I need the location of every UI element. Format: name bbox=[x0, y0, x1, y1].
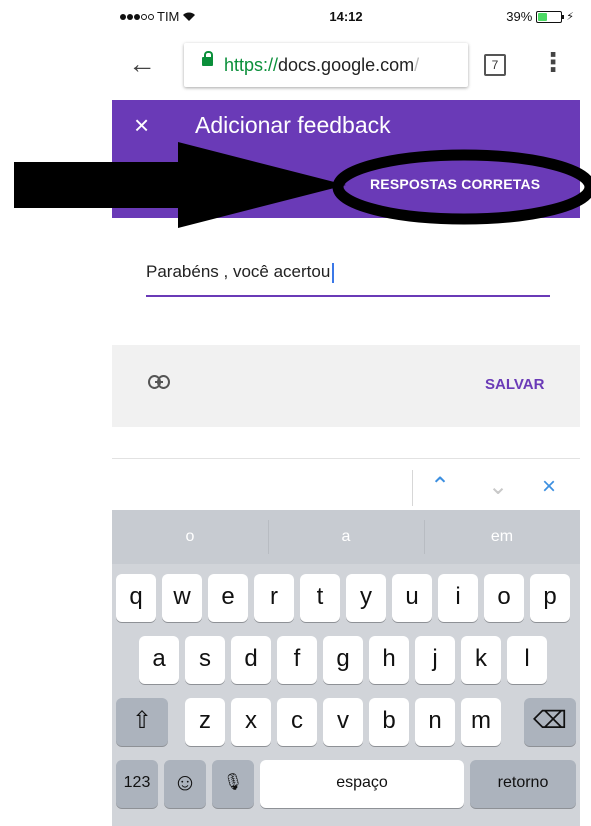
key-i[interactable]: i bbox=[438, 574, 478, 622]
key-q[interactable]: q bbox=[116, 574, 156, 622]
status-bar: TIM 14:12 39% ⚡ bbox=[112, 0, 580, 30]
text-caret bbox=[332, 262, 335, 283]
battery-status: 39% ⚡ bbox=[506, 9, 574, 24]
feedback-input[interactable]: Parabéns , você acertou bbox=[146, 262, 550, 298]
divider bbox=[112, 458, 580, 459]
url-text: https://docs.google.com/ bbox=[224, 55, 419, 76]
save-button[interactable]: SALVAR bbox=[485, 376, 544, 393]
more-menu-icon[interactable]: ⋮ bbox=[540, 47, 566, 81]
feedback-actions: SALVAR bbox=[112, 345, 580, 427]
browser-toolbar: ← https://docs.google.com/ 7 ⋮ bbox=[112, 30, 580, 100]
key-d[interactable]: d bbox=[231, 636, 271, 684]
key-n[interactable]: n bbox=[415, 698, 455, 746]
numbers-key[interactable]: 123 bbox=[116, 760, 158, 808]
return-key[interactable]: retorno bbox=[470, 760, 576, 808]
chevron-down-icon[interactable]: ⌄ bbox=[488, 470, 508, 504]
shift-key[interactable]: ⇧ bbox=[116, 698, 168, 746]
suggestion-bar: o a em bbox=[112, 510, 580, 564]
dialog-title: Adicionar feedback bbox=[195, 112, 391, 138]
key-k[interactable]: k bbox=[461, 636, 501, 684]
key-p[interactable]: p bbox=[530, 574, 570, 622]
key-r[interactable]: r bbox=[254, 574, 294, 622]
key-g[interactable]: g bbox=[323, 636, 363, 684]
key-h[interactable]: h bbox=[369, 636, 409, 684]
key-z[interactable]: z bbox=[185, 698, 225, 746]
input-underline bbox=[146, 295, 550, 297]
key-f[interactable]: f bbox=[277, 636, 317, 684]
address-bar[interactable]: https://docs.google.com/ bbox=[184, 43, 468, 87]
backspace-key[interactable]: ⌫ bbox=[524, 698, 576, 746]
battery-icon bbox=[536, 10, 565, 23]
emoji-icon[interactable]: ☺ bbox=[164, 760, 206, 808]
space-key[interactable]: espaço bbox=[260, 760, 464, 808]
key-y[interactable]: y bbox=[346, 574, 386, 622]
lock-icon bbox=[202, 51, 213, 66]
key-t[interactable]: t bbox=[300, 574, 340, 622]
key-b[interactable]: b bbox=[369, 698, 409, 746]
key-a[interactable]: a bbox=[139, 636, 179, 684]
key-o[interactable]: o bbox=[484, 574, 524, 622]
key-l[interactable]: l bbox=[507, 636, 547, 684]
phone-screen: TIM 14:12 39% ⚡ ← https://docs.google.co… bbox=[112, 0, 580, 826]
suggestion-2[interactable]: a bbox=[268, 510, 424, 564]
suggestion-3[interactable]: em bbox=[424, 510, 580, 564]
key-e[interactable]: e bbox=[208, 574, 248, 622]
suggestion-1[interactable]: o bbox=[112, 510, 268, 564]
key-c[interactable]: c bbox=[277, 698, 317, 746]
url-tail: / bbox=[414, 55, 420, 75]
url-scheme: https:// bbox=[224, 55, 279, 75]
key-v[interactable]: v bbox=[323, 698, 363, 746]
feedback-dialog-header: × Adicionar feedback RESPOSTAS CORRETAS bbox=[112, 100, 580, 218]
key-x[interactable]: x bbox=[231, 698, 271, 746]
microphone-icon[interactable]: 🎙 bbox=[212, 760, 254, 808]
tab-switcher-button[interactable]: 7 bbox=[484, 54, 506, 76]
charging-icon: ⚡ bbox=[566, 11, 574, 23]
keyboard-accessory-bar: ⌃ ⌄ × bbox=[112, 462, 580, 510]
key-u[interactable]: u bbox=[392, 574, 432, 622]
url-host: docs.google.com bbox=[278, 55, 415, 75]
key-j[interactable]: j bbox=[415, 636, 455, 684]
close-icon[interactable]: × bbox=[134, 110, 149, 140]
correct-answers-button[interactable]: RESPOSTAS CORRETAS bbox=[370, 176, 540, 192]
feedback-input-value: Parabéns , você acertou bbox=[146, 262, 331, 281]
accessory-separator bbox=[412, 470, 413, 506]
chevron-up-icon[interactable]: ⌃ bbox=[430, 470, 450, 504]
close-keyboard-icon[interactable]: × bbox=[542, 470, 556, 504]
link-icon[interactable] bbox=[148, 375, 170, 389]
key-m[interactable]: m bbox=[461, 698, 501, 746]
battery-percent: 39% bbox=[506, 9, 533, 24]
key-w[interactable]: w bbox=[162, 574, 202, 622]
ios-keyboard: o a em q w e r t y u i o p a s d f g h j… bbox=[112, 510, 580, 826]
back-arrow-icon[interactable]: ← bbox=[128, 44, 168, 84]
key-s[interactable]: s bbox=[185, 636, 225, 684]
